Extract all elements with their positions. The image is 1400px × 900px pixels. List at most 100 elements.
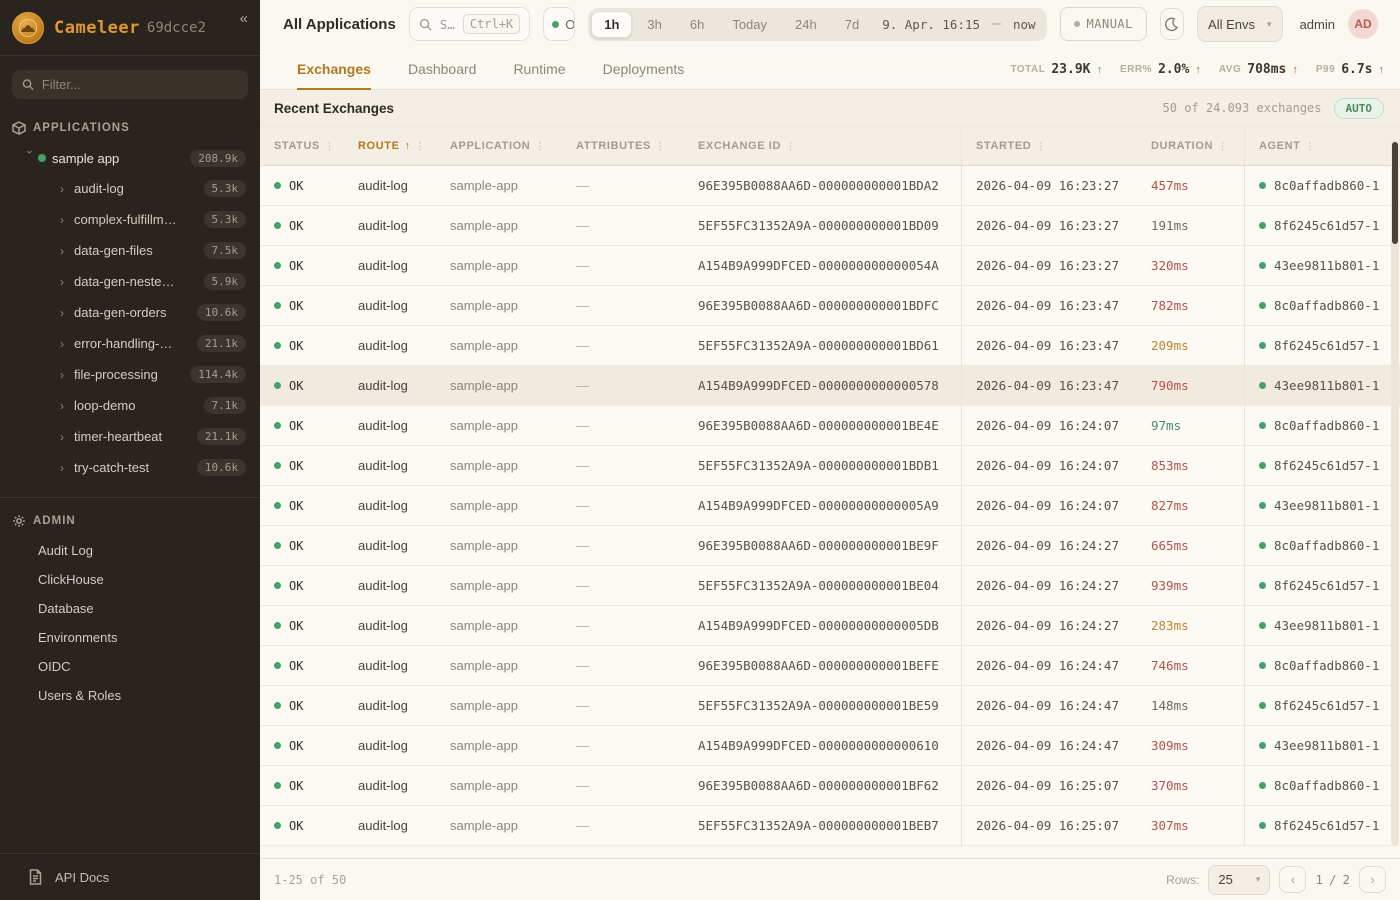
sidebar-route-item[interactable]: › timer-heartbeat 21.1k	[0, 421, 260, 452]
route-cell: audit-log	[344, 526, 436, 565]
sidebar-route-item[interactable]: › error-handling-… 21.1k	[0, 328, 260, 359]
sidebar-route-item[interactable]: › try-catch-test 10.6k	[0, 452, 260, 483]
connection-status-pill[interactable]: O	[543, 7, 575, 41]
prev-page-button[interactable]: ‹	[1279, 866, 1306, 893]
started-cell: 2026-04-09 16:24:07	[961, 406, 1137, 445]
sidebar-route-item[interactable]: › audit-log 5.3k	[0, 173, 260, 204]
table-row[interactable]: OK audit-log sample-app — 96E395B0088AA6…	[260, 646, 1400, 686]
table-row[interactable]: OK audit-log sample-app — A154B9A999DFCE…	[260, 366, 1400, 406]
table-scrollbar[interactable]	[1391, 140, 1399, 846]
status-ok-dot	[274, 622, 281, 629]
time-range-3h[interactable]: 3h	[634, 11, 674, 38]
column-header-status[interactable]: STATUS⋮	[260, 127, 344, 165]
tab-runtime[interactable]: Runtime	[513, 51, 565, 89]
started-cell: 2026-04-09 16:24:27	[961, 606, 1137, 645]
column-header-exchange-id[interactable]: EXCHANGE ID⋮	[684, 127, 961, 165]
status-label: OK	[289, 499, 303, 513]
column-header-duration[interactable]: DURATION⋮	[1137, 127, 1244, 165]
table-row[interactable]: OK audit-log sample-app — 5EF55FC31352A9…	[260, 446, 1400, 486]
duration-cell: 320ms	[1137, 246, 1244, 285]
attributes-cell: —	[562, 206, 684, 245]
table-row[interactable]: OK audit-log sample-app — 5EF55FC31352A9…	[260, 206, 1400, 246]
column-header-application[interactable]: APPLICATION⋮	[436, 127, 562, 165]
table-row[interactable]: OK audit-log sample-app — A154B9A999DFCE…	[260, 486, 1400, 526]
exchange-id-cell: 5EF55FC31352A9A-000000000001BD09	[684, 206, 961, 245]
table-row[interactable]: OK audit-log sample-app — 96E395B0088AA6…	[260, 766, 1400, 806]
route-cell: audit-log	[344, 446, 436, 485]
time-range-24h[interactable]: 24h	[782, 11, 830, 38]
admin-item-environments[interactable]: Environments	[0, 623, 260, 652]
sidebar-route-item[interactable]: › data-gen-neste… 5.9k	[0, 266, 260, 297]
route-cell: audit-log	[344, 206, 436, 245]
column-header-agent[interactable]: AGENT⋮	[1244, 127, 1400, 165]
next-page-button[interactable]: ›	[1359, 866, 1386, 893]
agent-ok-dot	[1259, 742, 1266, 749]
dark-mode-toggle[interactable]	[1160, 8, 1184, 40]
agent-ok-dot	[1259, 582, 1266, 589]
auto-refresh-badge[interactable]: AUTO	[1334, 98, 1385, 119]
table-row[interactable]: OK audit-log sample-app — A154B9A999DFCE…	[260, 606, 1400, 646]
scrollbar-thumb[interactable]	[1392, 142, 1398, 244]
sidebar-route-item[interactable]: › file-processing 114.4k	[0, 359, 260, 390]
sidebar-route-item[interactable]: › data-gen-orders 10.6k	[0, 297, 260, 328]
agent-ok-dot	[1259, 502, 1266, 509]
route-cell: audit-log	[344, 686, 436, 725]
agent-label: 8c0affadb860-1	[1274, 418, 1379, 433]
sidebar-route-item[interactable]: › complex-fulfillm… 5.3k	[0, 204, 260, 235]
table-row[interactable]: OK audit-log sample-app — 96E395B0088AA6…	[260, 166, 1400, 206]
tab-exchanges[interactable]: Exchanges	[297, 51, 371, 89]
range-to[interactable]: now	[1005, 11, 1044, 38]
column-header-attributes[interactable]: ATTRIBUTES⋮	[562, 127, 684, 165]
applications-label: APPLICATIONS	[33, 122, 130, 134]
chevron-right-icon: ›	[60, 244, 74, 258]
table-row[interactable]: OK audit-log sample-app — 96E395B0088AA6…	[260, 526, 1400, 566]
exchange-id-cell: 96E395B0088AA6D-000000000001BF62	[684, 766, 961, 805]
sidebar-route-item[interactable]: › data-gen-files 7.5k	[0, 235, 260, 266]
sidebar-item-sample-app[interactable]: › sample app 208.9k	[0, 143, 260, 173]
table-row[interactable]: OK audit-log sample-app — 5EF55FC31352A9…	[260, 326, 1400, 366]
admin-item-clickhouse[interactable]: ClickHouse	[0, 565, 260, 594]
table-row[interactable]: OK audit-log sample-app — 5EF55FC31352A9…	[260, 806, 1400, 846]
time-range-today[interactable]: Today	[719, 11, 780, 38]
status-ok-dot	[274, 582, 281, 589]
table-row[interactable]: OK audit-log sample-app — 5EF55FC31352A9…	[260, 566, 1400, 606]
table-row[interactable]: OK audit-log sample-app — A154B9A999DFCE…	[260, 246, 1400, 286]
avatar[interactable]: AD	[1348, 9, 1378, 39]
cameleer-logo	[12, 12, 44, 44]
column-menu-icon: ⋮	[535, 141, 545, 152]
admin-item-users-roles[interactable]: Users & Roles	[0, 681, 260, 710]
api-docs-link[interactable]: API Docs	[0, 853, 260, 900]
manual-refresh-button[interactable]: MANUAL	[1060, 7, 1147, 41]
table-row[interactable]: OK audit-log sample-app — 5EF55FC31352A9…	[260, 686, 1400, 726]
chevron-right-icon: ›	[60, 306, 74, 320]
sidebar-route-item[interactable]: › loop-demo 7.1k	[0, 390, 260, 421]
admin-item-oidc[interactable]: OIDC	[0, 652, 260, 681]
agent-ok-dot	[1259, 542, 1266, 549]
route-name: file-processing	[74, 367, 158, 382]
column-menu-icon: ⋮	[786, 141, 796, 152]
table-row[interactable]: OK audit-log sample-app — 96E395B0088AA6…	[260, 406, 1400, 446]
admin-item-database[interactable]: Database	[0, 594, 260, 623]
collapse-sidebar-icon[interactable]: «	[240, 10, 248, 27]
global-search[interactable]: S… Ctrl+K	[409, 7, 530, 41]
rows-per-page-select[interactable]: 25 ▾	[1208, 865, 1270, 895]
column-header-route[interactable]: ROUTE↑⋮	[344, 127, 436, 165]
status-pill-text: O	[565, 17, 575, 32]
filter-input[interactable]	[42, 77, 238, 92]
admin-item-audit-log[interactable]: Audit Log	[0, 536, 260, 565]
time-range-7d[interactable]: 7d	[832, 11, 872, 38]
time-range-6h[interactable]: 6h	[677, 11, 717, 38]
attributes-cell: —	[562, 286, 684, 325]
table-row[interactable]: OK audit-log sample-app — 96E395B0088AA6…	[260, 286, 1400, 326]
environment-select[interactable]: All Envs ▾	[1197, 6, 1283, 42]
tab-deployments[interactable]: Deployments	[603, 51, 685, 89]
table-row[interactable]: OK audit-log sample-app — A154B9A999DFCE…	[260, 726, 1400, 766]
range-from[interactable]: 9. Apr. 16:15	[874, 11, 988, 38]
duration-cell: 939ms	[1137, 566, 1244, 605]
tab-dashboard[interactable]: Dashboard	[408, 51, 477, 89]
column-header-started[interactable]: STARTED⋮	[961, 127, 1137, 165]
sidebar-filter[interactable]	[12, 70, 248, 99]
status-cell: OK	[260, 326, 344, 365]
status-ok-dot	[274, 462, 281, 469]
time-range-1h[interactable]: 1h	[591, 11, 632, 38]
